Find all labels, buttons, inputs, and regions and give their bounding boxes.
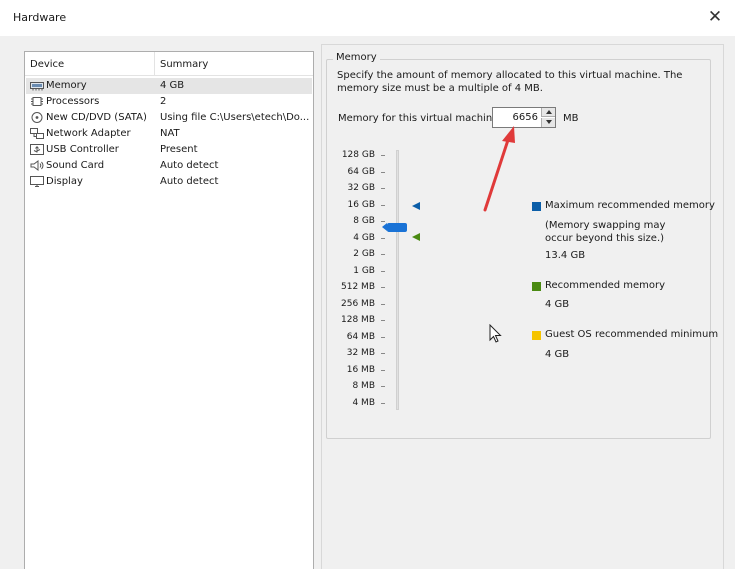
recommended-marker [412,233,420,241]
device-summary: NAT [160,128,180,139]
scale-tick [381,320,385,321]
scale-label: 64 GB [347,167,375,177]
window-title: Hardware [13,11,67,24]
max-recommended-note: occur beyond this size.) [545,233,665,244]
guest-min-label: Guest OS recommended minimum [545,329,719,340]
mouse-cursor-icon [489,324,502,343]
scale-label: 8 GB [353,216,375,226]
network-adapter-icon [30,128,44,139]
max-recommended-swatch [532,202,541,211]
recommended-swatch [532,282,541,291]
device-name: Network Adapter [46,128,131,139]
scale-label: 4 GB [353,233,375,243]
scale-tick [381,155,385,156]
scale-label: 32 MB [346,348,375,358]
scale-label: 128 MB [341,315,375,325]
scale-tick [381,287,385,288]
device-name: New CD/DVD (SATA) [46,112,147,123]
decrement-button[interactable] [541,118,555,127]
device-list-header: Device Summary [25,52,313,76]
scale-tick [381,188,385,189]
device-row-cd-dvd[interactable]: New CD/DVD (SATA) Using file C:\Users\et… [26,110,312,126]
device-name: Sound Card [46,160,105,171]
scale-tick [381,221,385,222]
scale-label: 2 GB [353,249,375,259]
device-name: USB Controller [46,144,119,155]
sound-card-icon [30,160,44,171]
scale-label: 16 MB [346,365,375,375]
scale-label: 16 GB [347,200,375,210]
scale-tick [381,172,385,173]
usb-icon [30,144,44,155]
device-row-memory[interactable]: Memory 4 GB [26,78,312,94]
recommended-label: Recommended memory [545,280,666,291]
scale-tick [381,370,385,371]
increment-button[interactable] [541,108,555,117]
scale-tick [381,254,385,255]
scale-label: 4 MB [352,398,375,408]
device-name: Processors [46,96,100,107]
max-recommended-marker [412,202,420,210]
title-bar: Hardware ✕ [0,0,735,36]
display-icon [30,176,44,187]
column-divider[interactable] [154,52,155,76]
scale-tick [381,304,385,305]
cd-dvd-icon [31,112,43,123]
memory-icon [30,82,44,91]
scale-label: 256 MB [341,299,375,309]
memory-description: Specify the amount of memory allocated t… [337,70,683,94]
device-row-usb-controller[interactable]: USB Controller Present [26,142,312,158]
scale-label: 32 GB [347,183,375,193]
device-summary: 4 GB [160,80,185,91]
guest-min-value: 4 GB [545,349,570,360]
scale-label: 128 GB [341,150,375,160]
device-row-sound-card[interactable]: Sound Card Auto detect [26,158,312,174]
device-row-processors[interactable]: Processors 2 [26,94,312,110]
column-header-summary[interactable]: Summary [160,59,208,70]
device-row-display[interactable]: Display Auto detect [26,174,312,190]
scale-tick [381,353,385,354]
memory-field-label: Memory for this virtual machine: [338,113,502,124]
scale-label: 64 MB [346,332,375,342]
max-recommended-label: Maximum recommended memory [545,200,715,211]
memory-group-title: Memory [333,52,380,63]
scale-tick [381,271,385,272]
max-recommended-value: 13.4 GB [545,250,586,261]
device-row-network-adapter[interactable]: Network Adapter NAT [26,126,312,142]
device-list: Device Summary Memory 4 GB Processors 2 … [24,51,314,569]
scale-tick [381,386,385,387]
scale-tick [381,337,385,338]
device-summary: Present [160,144,198,155]
scale-label: 1 GB [353,266,375,276]
memory-slider-track[interactable] [396,150,399,410]
device-summary: Auto detect [160,160,219,171]
device-summary: 2 [160,96,167,107]
column-header-device[interactable]: Device [30,59,64,70]
device-name: Display [46,176,83,187]
guest-min-swatch [532,331,541,340]
memory-size-stepper[interactable]: 6656 [492,107,556,128]
recommended-value: 4 GB [545,299,570,310]
device-summary: Using file C:\Users\etech\Do... [160,112,310,123]
memory-unit: MB [563,113,579,124]
device-summary: Auto detect [160,176,219,187]
memory-slider-thumb[interactable] [382,223,407,232]
close-icon[interactable]: ✕ [703,4,727,30]
scale-tick [381,205,385,206]
scale-tick [381,238,385,239]
scale-tick [381,403,385,404]
scale-label: 8 MB [352,381,375,391]
max-recommended-note: (Memory swapping may [545,220,666,231]
device-name: Memory [46,80,87,91]
memory-size-input[interactable]: 6656 [495,112,538,123]
processor-icon [31,97,43,106]
scale-label: 512 MB [341,282,375,292]
